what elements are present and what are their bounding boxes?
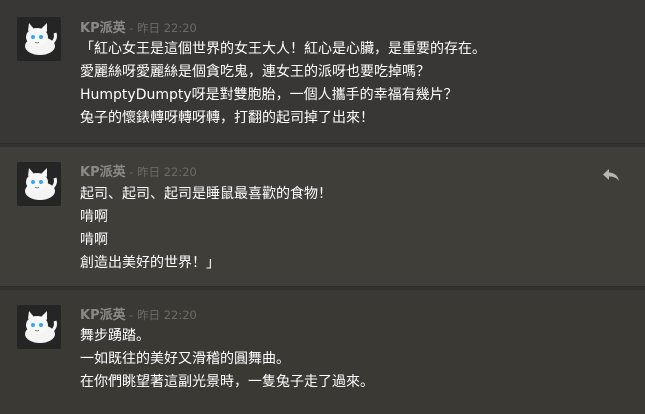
reply-button[interactable] [601, 167, 621, 183]
avatar[interactable] [17, 17, 61, 61]
message-body: 「紅心女王是這個世界的女王大人！紅心是心臟，是重要的存在。 愛麗絲呀愛麗絲是個貪… [80, 38, 620, 130]
message-line: HumptyDumpty呀是對雙胞胎，一個人攜手的幸福有幾片？ [80, 87, 458, 103]
message-line: 兔子的懷錶轉呀轉呀轉，打翻的起司掉了出來！ [80, 110, 374, 126]
message-header: KP派英 - 昨日 22:20 [80, 307, 197, 323]
cat-avatar-icon [17, 305, 61, 349]
message-header: KP派英 - 昨日 22:20 [80, 20, 197, 36]
message-divider [0, 143, 645, 144]
message-line: 舞步踴踏。 [80, 328, 150, 344]
message-group: KP派英 - 昨日 22:20 起司、起司、起司是睡鼠最喜歡的食物！ 啃啊 啃啊… [0, 147, 645, 286]
cat-avatar-icon [17, 17, 61, 61]
cat-avatar-icon [17, 162, 61, 206]
message-line: 愛麗絲呀愛麗絲是個貪吃鬼，連女王的派呀也要吃掉嗎？ [80, 64, 430, 80]
author-name[interactable]: KP派英 [80, 165, 126, 180]
timestamp: - 昨日 22:20 [125, 308, 197, 322]
message-divider [0, 286, 645, 287]
message-line: 一如既往的美好又滑稽的圓舞曲。 [80, 351, 290, 367]
message-line: 在你們眺望著這副光景時，一隻兔子走了過來。 [80, 374, 374, 390]
timestamp: - 昨日 22:20 [125, 165, 197, 179]
author-name[interactable]: KP派英 [80, 308, 126, 323]
message-body: 舞步踴踏。 一如既往的美好又滑稽的圓舞曲。 在你們眺望著這副光景時，一隻兔子走了… [80, 325, 620, 394]
message-group: KP派英 - 昨日 22:20 「紅心女王是這個世界的女王大人！紅心是心臟，是重… [0, 0, 645, 143]
message-line: 創造出美好的世界！」 [80, 255, 220, 271]
message-line: 啃啊 [80, 209, 108, 225]
message-group: KP派英 - 昨日 22:20 舞步踴踏。 一如既往的美好又滑稽的圓舞曲。 在你… [0, 290, 645, 414]
timestamp: - 昨日 22:20 [125, 21, 197, 35]
author-name[interactable]: KP派英 [80, 21, 126, 36]
message-line: 啃啊 [80, 232, 108, 248]
avatar[interactable] [17, 305, 61, 349]
reply-arrow-icon [603, 169, 619, 181]
message-line: 起司、起司、起司是睡鼠最喜歡的食物！ [80, 186, 332, 202]
message-header: KP派英 - 昨日 22:20 [80, 164, 197, 180]
message-body: 起司、起司、起司是睡鼠最喜歡的食物！ 啃啊 啃啊 創造出美好的世界！」 [80, 183, 620, 275]
message-line: 「紅心女王是這個世界的女王大人！紅心是心臟，是重要的存在。 [80, 41, 486, 57]
avatar[interactable] [17, 162, 61, 206]
